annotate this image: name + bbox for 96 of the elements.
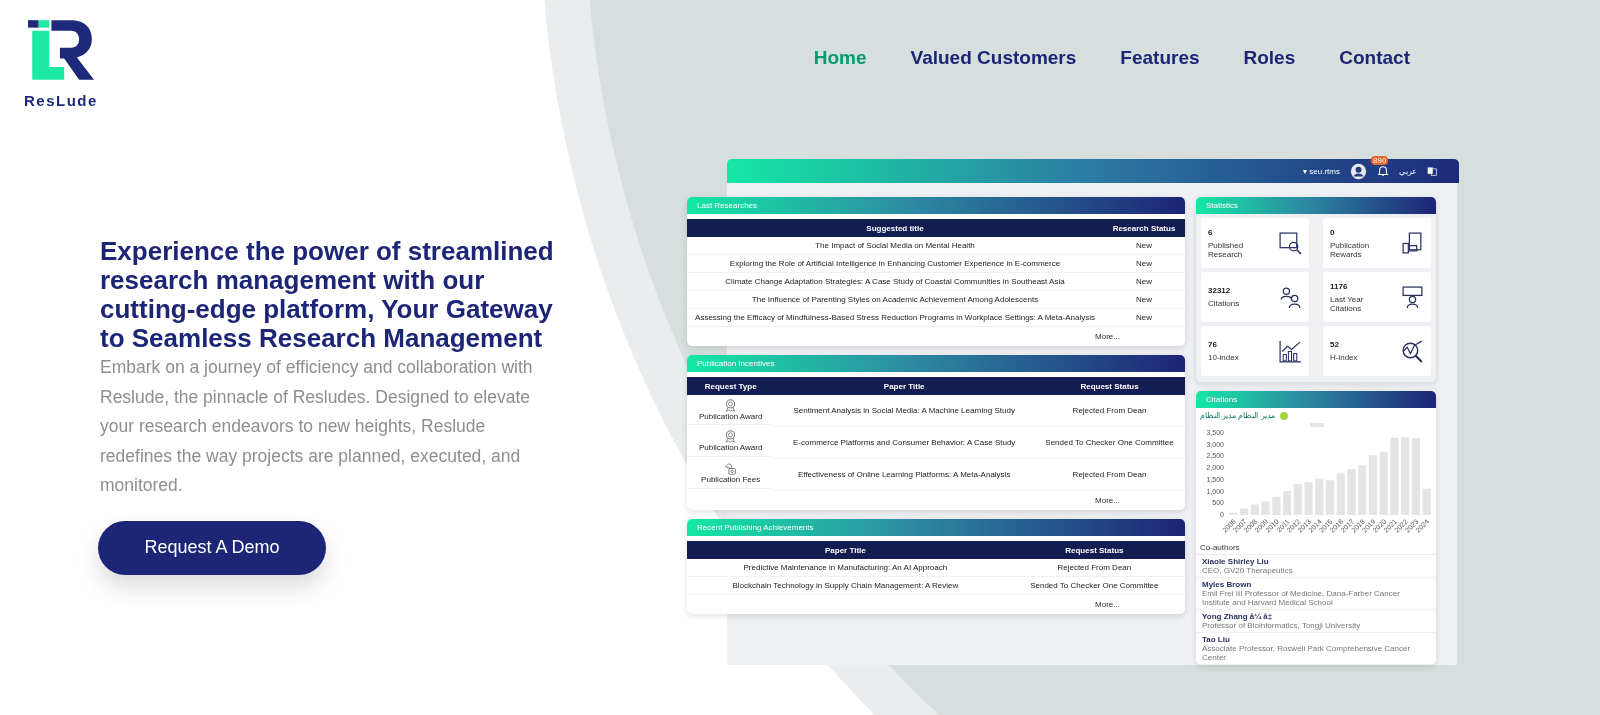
profile-name-link[interactable]: مدير النظام مدير النظام (1200, 411, 1275, 420)
table-cell: Rejected From Dean (1003, 559, 1185, 577)
speech-bubble-person-icon (1400, 284, 1425, 310)
table-cell: Sended To Checker One Committee (1034, 426, 1185, 459)
magnifier-chart-icon (1400, 338, 1425, 364)
bar-chart-icon (1278, 338, 1303, 364)
chart-bar (1304, 482, 1313, 515)
coauthor-affiliation: CEO, GV20 Therapeutics (1202, 566, 1294, 575)
table-cell: Rejected From Dean (1034, 458, 1185, 491)
table-cell: Sended To Checker One Committee (1003, 576, 1185, 595)
chart-bar (1261, 501, 1270, 515)
table-cell: Sentiment Analysis in Social Media: A Machine Learning Study (774, 395, 1035, 427)
chart-bar (1358, 465, 1367, 515)
column-header: Request Type (687, 377, 775, 395)
more-link[interactable]: More... (1095, 600, 1120, 609)
chart-bar (1379, 451, 1388, 515)
card-header: Last Researches (687, 197, 1185, 214)
translate-icon[interactable] (1427, 166, 1437, 176)
profile-status-icon (1279, 411, 1288, 420)
card-header: Publication Incentives (687, 355, 1185, 372)
language-link[interactable]: عربي (1399, 166, 1417, 176)
table-cell: New (1103, 290, 1185, 309)
notification-badge: 890 (1371, 156, 1389, 165)
table-cell: The Influence of Parenting Styles on Academic Achievement Among Adolescents (687, 290, 1103, 309)
user-menu[interactable]: ▾ seu.rtms (1303, 166, 1340, 176)
column-header: Research Status (1103, 219, 1185, 237)
table-cell: Blockchain Technology in Supply Chain Management: A Review (687, 576, 1004, 595)
nav-link[interactable]: Roles (1243, 47, 1296, 69)
stat-value: 76 (1208, 340, 1218, 349)
stat-value: 52 (1330, 340, 1340, 349)
coauthor-name[interactable]: Yong Zhang å¼ å‡ (1202, 612, 1430, 621)
request-type-label: Publication Award (698, 411, 763, 421)
column-header: Paper Title (687, 541, 1004, 559)
nav-link[interactable]: Features (1120, 47, 1200, 69)
card-header: Recent Publishing Achievements (687, 519, 1185, 536)
chart-bar (1368, 455, 1378, 515)
stat-value: 1176 (1330, 281, 1349, 291)
chart-bar (1315, 478, 1324, 515)
table-cell: Assessing the Efficacy of Mindfulness-Based Stress Reduction Programs in Workplace Settings: A Meta-Analysis (687, 308, 1103, 327)
table-cell: New (1103, 272, 1185, 291)
stat-label: Published Research (1208, 240, 1245, 259)
award-ribbon-icon (724, 398, 738, 412)
chart-bar (1272, 496, 1281, 515)
award-ribbon-icon (724, 430, 738, 443)
hero-paragraph: Embark on a journey of efficiency and collaboration with Reslude, the pinnacle of Resludes. Designed to elevate your research endeavors to new heights, Reslude redefines the way projects are planned, executed, and monitored. (100, 356, 534, 497)
stat-label: Publication Rewards (1330, 240, 1371, 259)
chart-bar (1422, 488, 1431, 515)
more-link[interactable]: More... (1095, 332, 1120, 341)
chart-bar (1336, 473, 1345, 515)
more-link[interactable]: More... (1095, 496, 1120, 505)
nav-link[interactable]: Contact (1339, 47, 1410, 69)
table-cell: Rejected From Dean (1034, 395, 1185, 427)
bell-icon[interactable] (1377, 165, 1389, 177)
column-header: Request Status (1003, 541, 1185, 559)
stat-value: 0 (1330, 227, 1336, 237)
hand-coin-icon (724, 462, 738, 475)
chart-bar (1325, 480, 1335, 515)
nav-link[interactable]: Valued Customers (910, 47, 1077, 69)
stat-label: Citations (1208, 299, 1241, 308)
table-cell: New (1103, 237, 1185, 255)
avatar-icon[interactable] (1350, 162, 1367, 180)
stat-value: 32312 (1208, 286, 1232, 295)
hero-heading: Experience the power of streamlined research management with our cutting-edge platform, Your Gateway to Seamless Research Management (100, 237, 555, 353)
coauthor-affiliation: Associate Professor, Roswell Park Comprehensive Cancer Center (1202, 644, 1412, 662)
table-cell: Exploring the Role of Artificial Intelligence in Enhancing Customer Experience in E-commerce (687, 254, 1103, 273)
coauthor-affiliation: Emil Frei III Professor of Medicine, Dana-Farber Cancer Institute and Harvard Medical School (1202, 589, 1401, 607)
stat-label: 10-index (1208, 353, 1240, 362)
column-header: Suggested title (687, 219, 1103, 237)
stat-value: 6 (1208, 227, 1214, 237)
chart-bar (1293, 483, 1302, 515)
column-header: Paper Title (774, 377, 1035, 395)
column-header: Request Status (1034, 377, 1185, 395)
table-cell: E-commerce Platforms and Consumer Behavior: A Case Study (774, 426, 1035, 459)
brand-name: ResLude (24, 92, 98, 109)
people-icon (1278, 284, 1303, 310)
coauthor-affiliation: Professor of Bioinformatics, Tongji University (1202, 621, 1362, 630)
table-cell: Predictive Maintenance in Manufacturing: An AI Approach (687, 559, 1004, 577)
request-type-label: Publication Fees (701, 475, 761, 484)
table-cell: Effectiveness of Online Learning Platforms: A Meta-Analysis (774, 458, 1035, 491)
coauthor-name[interactable]: Tao Liu (1202, 635, 1430, 644)
request-type-label: Publication Award (698, 443, 763, 452)
card-header: Citations (1196, 391, 1436, 408)
table-cell: The Impact of Social Media on Mental Health (687, 237, 1103, 255)
coauthor-name[interactable]: Myles Brown (1202, 580, 1430, 589)
table-cell: New (1103, 308, 1185, 327)
stat-label: H-index (1330, 353, 1359, 362)
chart-bar (1347, 469, 1356, 515)
request-demo-button[interactable]: Request A Demo (98, 520, 326, 575)
magnifier-document-icon (1278, 230, 1303, 256)
card-header: Statistics (1196, 197, 1436, 214)
chart-bar (1282, 491, 1292, 515)
coauthors-heading: Co-authors (1196, 543, 1436, 555)
table-cell: New (1103, 254, 1185, 273)
table-cell: Climate Change Adaptation Strategies: A Case Study of Coastal Communities in Southeast Asia (687, 272, 1103, 291)
stat-label: Last Year Citations (1330, 294, 1365, 313)
coauthor-name[interactable]: Xiaole Shirley Liu (1202, 557, 1430, 566)
